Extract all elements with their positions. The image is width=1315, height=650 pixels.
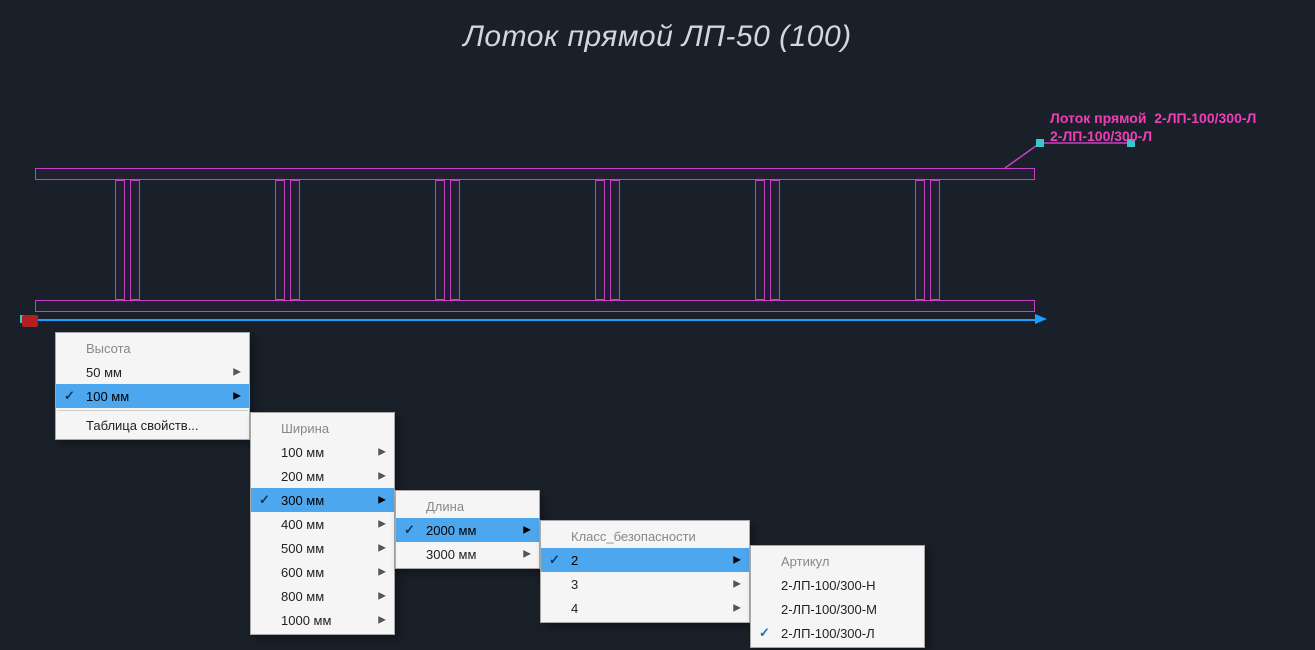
menu-article-header: Артикул bbox=[751, 548, 924, 573]
chevron-right-icon: ▶ bbox=[378, 615, 386, 626]
menu-article-item-n[interactable]: 2-ЛП-100/300-Н bbox=[751, 573, 924, 597]
menu-safety-item-3[interactable]: 3▶ bbox=[541, 572, 749, 596]
menu-safety-item-4[interactable]: 4▶ bbox=[541, 596, 749, 620]
leader-grip-2[interactable] bbox=[1127, 139, 1135, 147]
menu-safety-header: Класс_безопасности bbox=[541, 523, 749, 548]
check-icon: ✓ bbox=[64, 388, 75, 404]
menu-article-item-l[interactable]: ✓2-ЛП-100/300-Л bbox=[751, 621, 924, 645]
check-icon: ✓ bbox=[759, 625, 770, 641]
menu-safety[interactable]: Класс_безопасности ✓2▶ 3▶ 4▶ bbox=[540, 520, 750, 623]
origin-marker[interactable] bbox=[22, 315, 38, 327]
menu-article[interactable]: Артикул 2-ЛП-100/300-Н 2-ЛП-100/300-М ✓2… bbox=[750, 545, 925, 648]
menu-height-header: Высота bbox=[56, 335, 249, 360]
chevron-right-icon: ▶ bbox=[523, 525, 531, 536]
menu-length-item-3000[interactable]: 3000 мм▶ bbox=[396, 542, 539, 566]
menu-width-item-800[interactable]: 800 мм▶ bbox=[251, 584, 394, 608]
menu-width-item-300[interactable]: ✓300 мм▶ bbox=[251, 488, 394, 512]
chevron-right-icon: ▶ bbox=[378, 519, 386, 530]
menu-height-properties[interactable]: Таблица свойств... bbox=[56, 413, 249, 437]
menu-width-item-1000[interactable]: 1000 мм▶ bbox=[251, 608, 394, 632]
chevron-right-icon: ▶ bbox=[378, 543, 386, 554]
menu-safety-item-2[interactable]: ✓2▶ bbox=[541, 548, 749, 572]
menu-width-item-200[interactable]: 200 мм▶ bbox=[251, 464, 394, 488]
chevron-right-icon: ▶ bbox=[378, 471, 386, 482]
menu-length-header: Длина bbox=[396, 493, 539, 518]
chevron-right-icon: ▶ bbox=[378, 495, 386, 506]
chevron-right-icon: ▶ bbox=[233, 391, 241, 402]
chevron-right-icon: ▶ bbox=[523, 549, 531, 560]
check-icon: ✓ bbox=[549, 552, 560, 568]
chevron-right-icon: ▶ bbox=[378, 447, 386, 458]
chevron-right-icon: ▶ bbox=[733, 579, 741, 590]
menu-width-item-100[interactable]: 100 мм▶ bbox=[251, 440, 394, 464]
leader-grip-1[interactable] bbox=[1036, 139, 1044, 147]
chevron-right-icon: ▶ bbox=[378, 567, 386, 578]
menu-length-item-2000[interactable]: ✓2000 мм▶ bbox=[396, 518, 539, 542]
menu-width-item-600[interactable]: 600 мм▶ bbox=[251, 560, 394, 584]
chevron-right-icon: ▶ bbox=[233, 367, 241, 378]
chevron-right-icon: ▶ bbox=[733, 603, 741, 614]
menu-height[interactable]: Высота 50 мм ▶ ✓ 100 мм ▶ Таблица свойст… bbox=[55, 332, 250, 440]
menu-length[interactable]: Длина ✓2000 мм▶ 3000 мм▶ bbox=[395, 490, 540, 569]
axis-grip[interactable] bbox=[20, 315, 28, 323]
menu-width-item-400[interactable]: 400 мм▶ bbox=[251, 512, 394, 536]
menu-article-item-m[interactable]: 2-ЛП-100/300-М bbox=[751, 597, 924, 621]
chevron-right-icon: ▶ bbox=[733, 555, 741, 566]
chevron-right-icon: ▶ bbox=[378, 591, 386, 602]
annotation-line1[interactable]: Лоток прямой 2-ЛП-100/300-Л bbox=[1050, 110, 1256, 126]
menu-height-item-50[interactable]: 50 мм ▶ bbox=[56, 360, 249, 384]
page-title: Лоток прямой ЛП-50 (100) bbox=[0, 20, 1315, 54]
check-icon: ✓ bbox=[404, 522, 415, 538]
annotation-line2[interactable]: 2-ЛП-100/300-Л bbox=[1050, 128, 1152, 144]
menu-height-item-100[interactable]: ✓ 100 мм ▶ bbox=[56, 384, 249, 408]
menu-width-item-500[interactable]: 500 мм▶ bbox=[251, 536, 394, 560]
menu-width[interactable]: Ширина 100 мм▶ 200 мм▶ ✓300 мм▶ 400 мм▶ … bbox=[250, 412, 395, 635]
check-icon: ✓ bbox=[259, 492, 270, 508]
menu-width-header: Ширина bbox=[251, 415, 394, 440]
